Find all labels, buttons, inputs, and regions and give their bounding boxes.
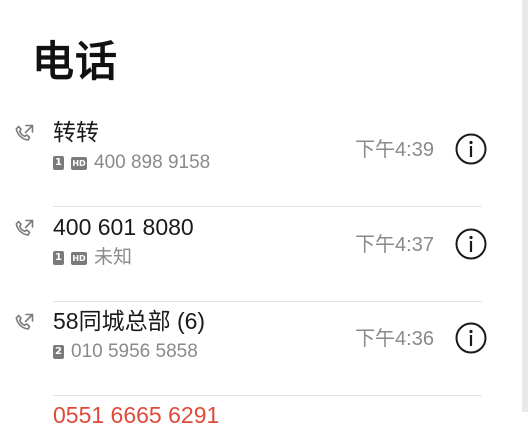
sim-card-2-icon: 2 xyxy=(53,345,64,359)
call-time: 下午4:37 xyxy=(355,234,434,256)
call-log-item[interactable]: 400 601 8080 1 HD 未知 下午4:37 xyxy=(0,208,522,302)
call-log-item[interactable]: 转转 1 HD 400 898 9158 下午4:39 xyxy=(0,113,522,207)
page-title: 电话 xyxy=(32,38,119,85)
divider xyxy=(53,395,482,396)
contact-name: 转转 xyxy=(53,119,99,145)
outgoing-call-icon xyxy=(15,219,34,236)
outgoing-call-icon xyxy=(15,124,34,141)
sim-card-1-icon: 1 xyxy=(53,156,64,170)
contact-name: 58同城总部 (6) xyxy=(53,308,206,334)
scrollbar[interactable] xyxy=(522,0,528,412)
contact-name: 400 601 8080 xyxy=(53,214,194,240)
hd-voice-icon: HD xyxy=(71,156,87,170)
divider xyxy=(53,206,482,207)
sim-card-1-icon: 1 xyxy=(53,251,64,265)
outgoing-call-icon xyxy=(15,313,34,330)
caller-location: 未知 xyxy=(94,247,133,268)
info-icon[interactable] xyxy=(454,227,488,261)
call-log-item[interactable]: 58同城总部 (6) 2 010 5956 5858 下午4:36 xyxy=(0,302,522,396)
info-icon[interactable] xyxy=(454,132,488,166)
call-details: 2 010 5956 5858 xyxy=(53,340,198,364)
missed-call-number[interactable]: 0551 6665 6291 xyxy=(53,400,219,430)
call-time: 下午4:36 xyxy=(355,328,434,350)
call-time: 下午4:39 xyxy=(355,139,434,161)
phone-number: 010 5956 5858 xyxy=(71,341,198,362)
phone-number: 400 898 9158 xyxy=(94,152,211,173)
call-details: 1 HD 未知 xyxy=(53,246,132,270)
call-details: 1 HD 400 898 9158 xyxy=(53,151,210,175)
info-icon[interactable] xyxy=(454,321,488,355)
hd-voice-icon: HD xyxy=(71,251,87,265)
